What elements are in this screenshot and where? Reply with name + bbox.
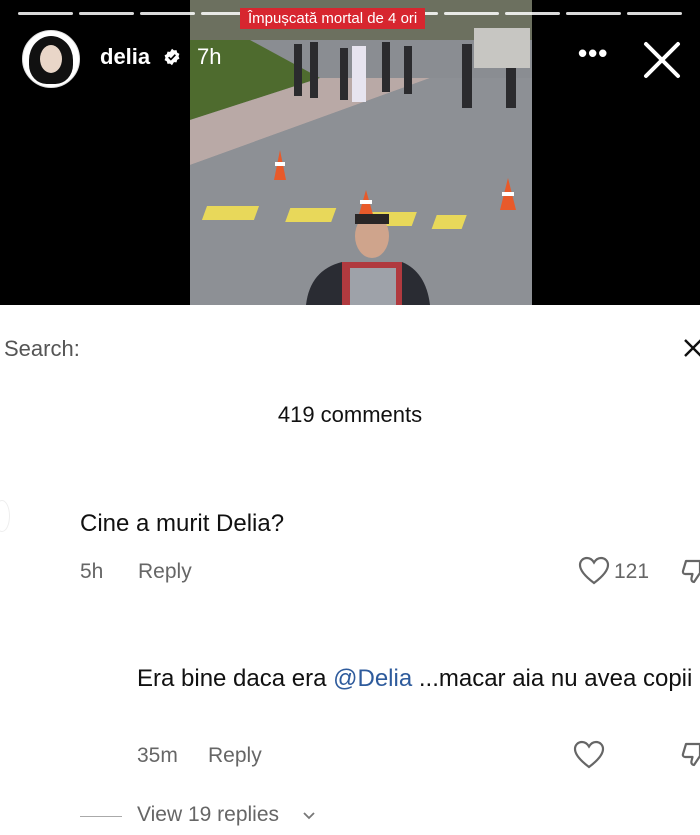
comment-text: Cine a murit Delia? — [80, 510, 285, 537]
reply-button[interactable]: Reply — [138, 560, 192, 584]
heart-icon[interactable] — [573, 740, 605, 770]
reply-button[interactable]: Reply — [208, 744, 262, 768]
search-label: Search: — [4, 336, 80, 361]
story-time: 7h — [197, 44, 222, 69]
verified-badge-icon — [164, 48, 180, 66]
story-viewer: Împușcată mortal de 4 ori delia 7h ••• — [0, 0, 700, 305]
avatar[interactable] — [22, 30, 80, 88]
like-count: 121 — [614, 560, 650, 583]
chevron-down-icon[interactable] — [301, 808, 317, 824]
comment-text-part: ...macar aia nu avea copii — [412, 665, 693, 692]
thumbs-down-icon[interactable] — [680, 557, 700, 585]
story-caption-sticker: Împușcată mortal de 4 ori — [240, 8, 426, 29]
scroll-edge — [0, 500, 10, 532]
comment-text: Era bine daca era @Delia ...macar aia nu… — [137, 662, 700, 695]
comment-time: 5h — [80, 560, 104, 583]
story-username[interactable]: delia — [100, 44, 150, 70]
close-icon[interactable] — [640, 38, 684, 82]
view-replies-button[interactable]: View 19 replies — [137, 803, 279, 827]
video-frame — [190, 0, 532, 305]
replies-divider — [80, 816, 122, 817]
heart-icon[interactable] — [578, 556, 610, 586]
comments-count: 419 comments — [277, 402, 423, 427]
story-video[interactable] — [190, 0, 532, 305]
thumbs-down-icon[interactable] — [680, 740, 700, 768]
mention-link[interactable]: @Delia — [333, 665, 412, 692]
more-options-button[interactable]: ••• — [578, 38, 608, 69]
close-icon[interactable] — [682, 337, 700, 359]
comment-time: 35m — [137, 744, 178, 767]
comment-text-part: Era bine daca era — [137, 665, 334, 692]
